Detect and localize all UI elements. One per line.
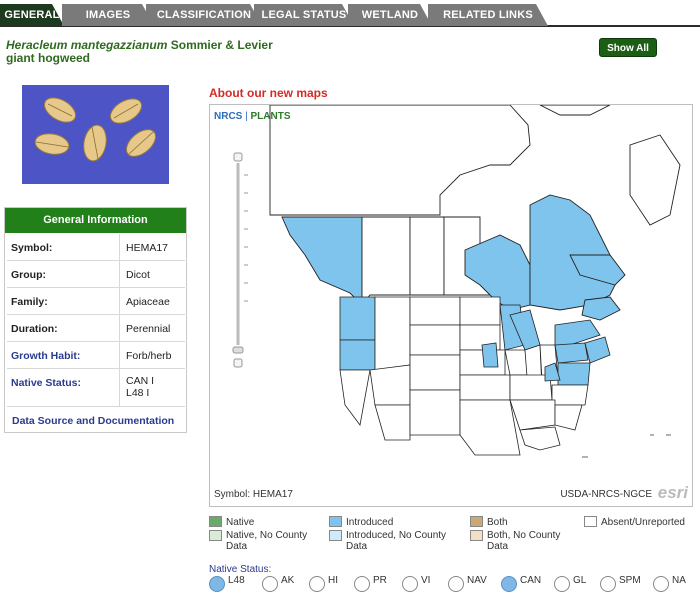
plants-logo: PLANTS: [250, 111, 291, 122]
north-america-map-icon: [232, 105, 681, 458]
nrcs-logo: NRCS: [214, 111, 243, 122]
legend-both: Both: [487, 517, 508, 528]
radio-pr[interactable]: [354, 576, 370, 592]
info-key: Duration:: [11, 323, 58, 335]
growth-habit-link[interactable]: Growth Habit:: [11, 350, 80, 362]
radio-nav[interactable]: [448, 576, 464, 592]
radio-label-gl: GL: [573, 575, 587, 586]
info-value: HEMA17: [119, 234, 185, 260]
legend-swatch-introduced-nc: [329, 530, 342, 541]
esri-logo: esri: [657, 483, 688, 502]
tab-bar: GENERAL IMAGES CLASSIFICATION LEGAL STAT…: [0, 0, 700, 27]
map-source-label: USDA-NRCS-NGCE: [560, 489, 652, 500]
region-pa: [554, 342, 589, 364]
info-row-growth-habit: Growth Habit: Forb/herb: [7, 342, 185, 369]
plant-image[interactable]: [22, 85, 169, 184]
common-name: giant hogweed: [6, 51, 90, 65]
info-value: CAN I L48 I: [119, 369, 185, 406]
legend-introduced: Introduced: [346, 517, 394, 528]
info-value: Apiaceae: [119, 288, 185, 314]
radio-label-pr: PR: [373, 575, 387, 586]
legend-swatch-both-nc: [470, 530, 483, 541]
legend-absent: Absent/Unreported: [601, 517, 685, 528]
radio-gl[interactable]: [554, 576, 570, 592]
tab-general[interactable]: GENERAL: [0, 4, 64, 26]
info-row-symbol: Symbol: HEMA17: [7, 234, 185, 261]
tab-related-links[interactable]: RELATED LINKS: [428, 4, 548, 26]
info-key: Family:: [11, 296, 48, 308]
data-source-link[interactable]: Data Source and Documentation: [12, 415, 174, 427]
legend-swatch-native: [209, 516, 222, 527]
radio-label-ak: AK: [281, 575, 295, 586]
legend-both-no-county: Both, No County Data: [487, 530, 561, 552]
radio-label-spm: SPM: [619, 575, 641, 586]
radio-label-vi: VI: [421, 575, 431, 586]
tab-classification[interactable]: CLASSIFICATION: [146, 4, 262, 26]
legend-swatch-introduced: [329, 516, 342, 527]
region-qc: [529, 194, 621, 311]
legend-swatch-absent: [584, 516, 597, 527]
tab-wetland[interactable]: WETLAND: [348, 4, 432, 26]
radio-l48[interactable]: [209, 576, 225, 592]
native-status-title: Native Status:: [209, 564, 272, 575]
tab-images[interactable]: IMAGES: [62, 4, 154, 26]
legend-native-no-county: Native, No County Data: [226, 530, 308, 552]
legend-swatch-both: [470, 516, 483, 527]
region-va-md: [557, 362, 591, 386]
info-key: Group:: [11, 269, 46, 281]
general-info-panel: General Information Symbol: HEMA17 Group…: [4, 207, 187, 433]
info-row-native-status: Native Status: CAN I L48 I: [7, 369, 185, 407]
scientific-name: Heracleum mantegazzianum Sommier & Levie…: [6, 38, 273, 52]
region-nb-ns: [581, 296, 621, 321]
native-status-link[interactable]: Native Status:: [11, 377, 81, 389]
radio-label-na: NA: [672, 575, 686, 586]
info-value: Perennial: [119, 315, 185, 341]
map-logo: NRCS | PLANTS: [214, 111, 291, 122]
show-all-button[interactable]: Show All: [599, 38, 657, 57]
scientific-name-text: Heracleum mantegazzianum: [6, 38, 168, 52]
info-row-duration: Duration: Perennial: [7, 315, 185, 342]
radio-ak[interactable]: [262, 576, 278, 592]
radio-can[interactable]: [501, 576, 517, 592]
legend-native: Native: [226, 517, 255, 528]
radio-label-l48: L48: [228, 575, 245, 586]
region-ne: [584, 336, 611, 364]
radio-na[interactable]: [653, 576, 669, 592]
authority-text: Sommier & Levier: [170, 38, 273, 52]
radio-spm[interactable]: [600, 576, 616, 592]
map-symbol-label: Symbol: HEMA17: [214, 489, 293, 500]
seed-photo-icon: [22, 85, 169, 184]
info-row-group: Group: Dicot: [7, 261, 185, 288]
general-info-title: General Information: [5, 208, 186, 233]
tab-legal-status[interactable]: LEGAL STATUS: [254, 4, 354, 26]
distribution-map[interactable]: NRCS | PLANTS Symbol: HEMA17 USDA-NRCS-N…: [209, 104, 693, 507]
info-value: Dicot: [119, 261, 185, 287]
info-key: Symbol:: [11, 242, 53, 254]
radio-label-hi: HI: [328, 575, 338, 586]
legend-introduced-no-county: Introduced, No County Data: [346, 530, 447, 552]
region-wa: [339, 296, 376, 341]
info-value: Forb/herb: [119, 342, 185, 368]
region-bc: [281, 216, 363, 307]
radio-label-nav: NAV: [467, 575, 487, 586]
legend-swatch-native-nc: [209, 530, 222, 541]
region-il: [481, 342, 499, 368]
radio-label-can: CAN: [520, 575, 542, 586]
radio-vi[interactable]: [402, 576, 418, 592]
about-maps-link[interactable]: About our new maps: [209, 86, 328, 100]
region-or: [339, 339, 376, 371]
zoom-slider: [232, 152, 244, 368]
radio-hi[interactable]: [309, 576, 325, 592]
info-row-family: Family: Apiaceae: [7, 288, 185, 315]
